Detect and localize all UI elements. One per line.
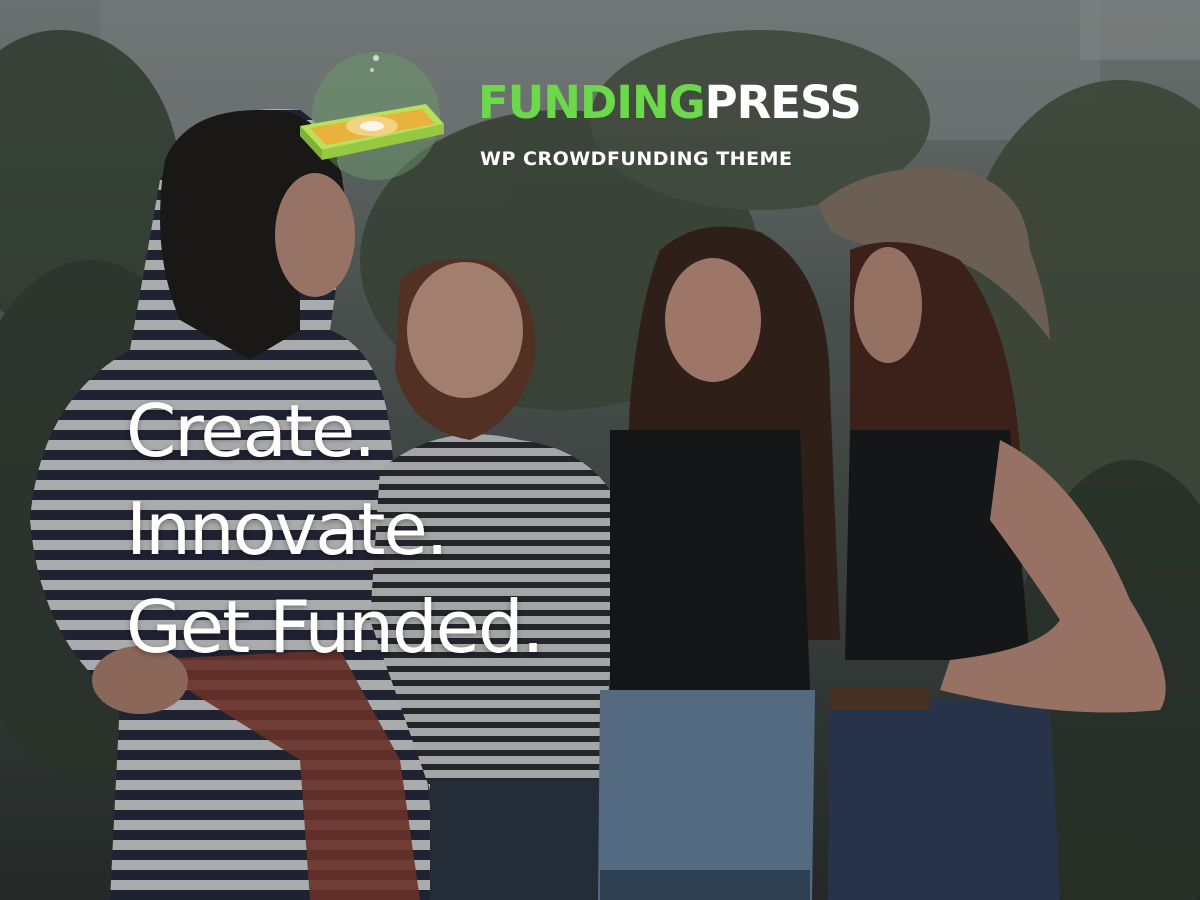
brand-tagline: WP CROWDFUNDING THEME [480,148,793,170]
headline-line-2: Innovate. [126,487,449,571]
theme-banner: FUNDINGPRESS WP CROWDFUNDING THEME Creat… [0,0,1200,900]
brand-name-press: PRESS [704,76,862,129]
cash-stack-icon [300,52,444,180]
fundingpress-logo[interactable]: FUNDINGPRESS WP CROWDFUNDING THEME [296,52,896,182]
brand-name: FUNDINGPRESS [478,80,862,125]
brand-name-funding: FUNDING [478,76,706,129]
hero-headline: Create. Innovate. Get Funded. [126,382,545,676]
headline-line-1: Create. [126,389,376,473]
headline-line-3: Get Funded. [126,585,545,669]
